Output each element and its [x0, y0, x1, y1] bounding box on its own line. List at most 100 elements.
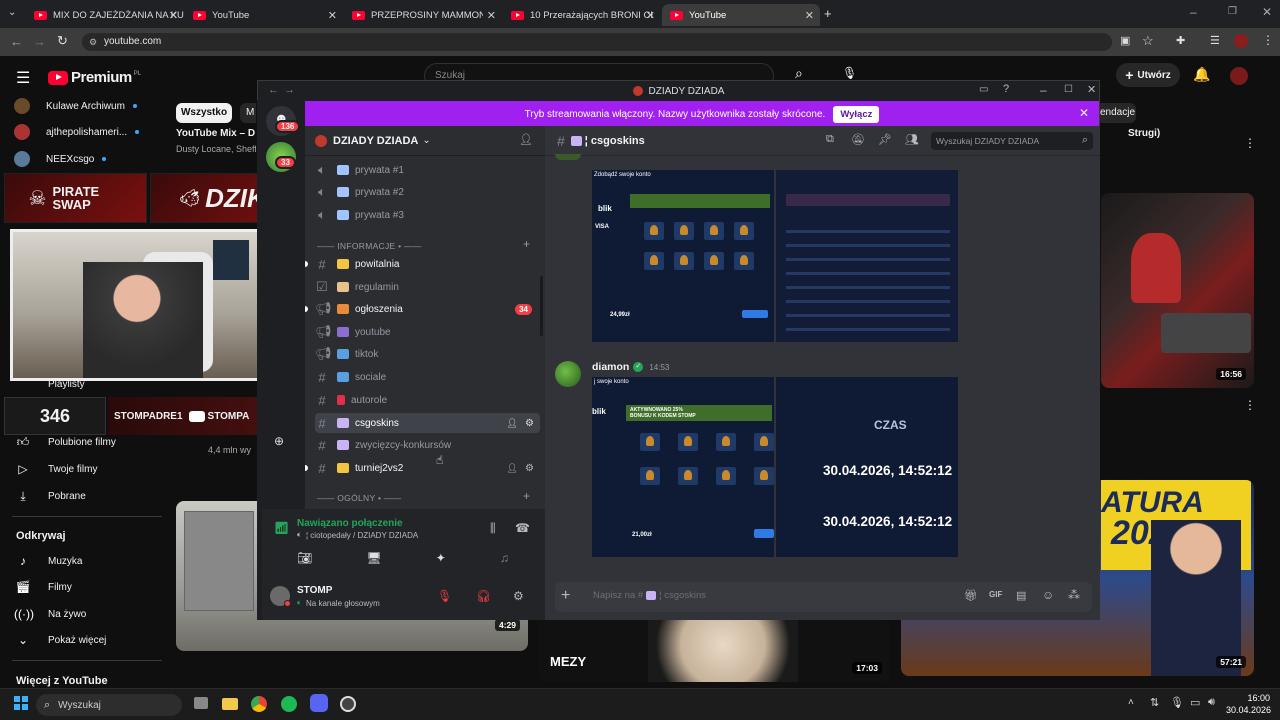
subscription-item[interactable]: Kulawe Archiwum [14, 95, 137, 117]
discord-taskbar-icon[interactable] [310, 694, 328, 712]
create-button[interactable]: + Utwórz [1116, 63, 1180, 87]
channel-ogloszenia[interactable]: 📢︎ ogłoszenia 34 [315, 299, 540, 319]
gif-icon[interactable]: GIF [989, 590, 1002, 599]
browser-tab-4[interactable]: 10 Przerażających BRONI CHIN✕ [503, 4, 661, 26]
volume-icon[interactable]: 🔊︎ [1208, 696, 1215, 709]
user-settings-gear-icon[interactable]: ⚙ [513, 589, 524, 603]
inbox-icon[interactable]: ▭ [979, 84, 988, 95]
channel-turniej2vs2[interactable]: # turniej2vs2 👤︎ ⚙ [315, 458, 540, 478]
account-avatar[interactable] [1230, 67, 1248, 85]
disconnect-icon[interactable]: ☎ [515, 521, 530, 535]
voice-channel[interactable]: 🔈︎ prywata #1 [315, 160, 540, 180]
message-attachment-image[interactable]: CZAS 30.04.2026, 14:52:12 30.04.2026, 14… [776, 377, 958, 557]
sidebar-downloads[interactable]: ⤓ Pobrane [14, 485, 85, 507]
sidebar-show-more[interactable]: ⌄ Pokaż więcej [14, 629, 106, 651]
chrome-icon[interactable] [251, 696, 267, 712]
network-icon[interactable]: ⇅ [1150, 696, 1159, 709]
site-info-icon[interactable]: ⚙ [89, 33, 97, 51]
forward-icon[interactable]: → [284, 84, 295, 96]
back-icon[interactable]: ← [268, 84, 279, 96]
emoji-icon[interactable]: ☺ [1042, 588, 1054, 602]
soundboard-icon[interactable]: ♫ [500, 551, 509, 565]
reload-icon[interactable]: ↻ [57, 33, 68, 49]
browser-tab-3[interactable]: PRZEPROSINY MAMMONA - A✕ [344, 4, 502, 26]
user-name[interactable]: STOMP [297, 585, 332, 596]
video-thumbnail[interactable]: MEZY 17:03 [538, 620, 890, 682]
voice-channel-name[interactable]: ¦ ciotopedały / DZIADY DZIADA [306, 531, 418, 540]
message-author-avatar[interactable] [555, 361, 581, 387]
attach-plus-icon[interactable]: + [561, 587, 570, 605]
notifications-bell-icon[interactable]: 🔔 [1193, 66, 1210, 83]
message-attachment-image[interactable]: Zdobądź swoje konto blik VISA 24,99zł [592, 170, 774, 342]
settings-gear-icon[interactable]: ⚙ [525, 463, 534, 474]
camera-off-icon[interactable]: 📷︎ [297, 551, 312, 565]
chip-recommendations[interactable]: endacje [1100, 103, 1136, 123]
forward-icon[interactable]: → [33, 34, 46, 49]
screen-cast-icon[interactable]: ▣ [1120, 34, 1130, 47]
more-options-icon[interactable]: ⋮ [1244, 136, 1256, 150]
close-tab-icon[interactable]: ✕ [646, 9, 655, 22]
channel-regulamin[interactable]: ☑ regulamin [315, 277, 540, 297]
close-tab-icon[interactable]: ✕ [805, 9, 814, 22]
message-attachment-image[interactable] [776, 170, 958, 342]
deafen-icon[interactable]: 🎧︎ [476, 589, 491, 603]
browser-tab-5[interactable]: YouTube ✕ [662, 4, 820, 26]
channel-youtube[interactable]: 📢︎ youtube [315, 322, 540, 342]
obs-icon[interactable] [340, 696, 356, 712]
minimize-window-icon[interactable]: – [1190, 5, 1197, 19]
video-title-partial[interactable]: Strugi) [1128, 128, 1160, 139]
pin-icon[interactable]: 📌︎ [878, 133, 892, 146]
file-explorer-icon[interactable] [222, 698, 238, 710]
clock[interactable]: 16:00 30.04.2026 [1226, 693, 1271, 715]
voice-status[interactable]: Nawiązano połączenie [297, 518, 403, 529]
taskbar-search[interactable]: ⌕ Wyszukaj [36, 694, 182, 716]
more-options-icon[interactable]: ⋮ [1244, 398, 1256, 412]
member-list-icon[interactable]: 👥︎ [905, 133, 919, 146]
subscription-item[interactable]: ajthepolishameri... [14, 121, 140, 143]
voice-channel[interactable]: 🔈︎ prywata #3 [315, 205, 540, 225]
channel-autorole[interactable]: # autorole [315, 390, 540, 410]
help-icon[interactable]: ? [1003, 83, 1009, 95]
spotify-icon[interactable] [281, 696, 297, 712]
message-author[interactable]: diamon [592, 361, 629, 373]
video-thumbnail[interactable]: 16:56 [1101, 193, 1254, 388]
screen-share-icon[interactable]: 🖥︎ [366, 551, 381, 565]
invite-icon[interactable]: 👤︎ [507, 463, 518, 474]
extensions-icon[interactable]: ✚ [1176, 34, 1185, 47]
sticker-icon[interactable]: ▤ [1016, 589, 1026, 602]
windows-start-icon[interactable] [14, 696, 28, 710]
mute-mic-icon[interactable]: 🎙︎ [437, 589, 452, 603]
add-member-icon[interactable]: 👤︎ [519, 133, 533, 146]
sidebar-your-videos[interactable]: ▷ Twoje filmy [14, 458, 97, 480]
category-ogolny[interactable]: —— OGÓLNY • —— [317, 493, 401, 503]
chip-partial[interactable]: M [240, 103, 256, 123]
channel-csgoskins[interactable]: # csgoskins 👤︎ ⚙ [315, 413, 540, 433]
back-icon[interactable]: ← [10, 34, 23, 49]
channel-zwyciezcy-konkursow[interactable]: # zwycięzcy-konkursów [315, 435, 540, 455]
noise-suppression-icon[interactable]: ⫼ [490, 521, 496, 536]
add-channel-icon[interactable]: + [523, 237, 530, 251]
browser-tab-1[interactable]: MIX DO ZAJEŻDŻANIA NA KUR ✕ [26, 4, 184, 26]
close-window-icon[interactable]: ✕ [1262, 5, 1272, 19]
channel-powitalnia[interactable]: # powitalnia [315, 254, 540, 274]
category-informacje[interactable]: —— INFORMACJE • —— [317, 241, 422, 251]
address-bar[interactable]: ⚙ youtube.com [82, 33, 1112, 51]
voice-channel[interactable]: 🔈︎ prywata #2 [315, 182, 540, 202]
close-tab-icon[interactable]: ✕ [169, 9, 178, 22]
message-attachment-image[interactable]: j swoje konto blik AKTYWNOWANO 25% BONUS… [592, 377, 774, 557]
restore-window-icon[interactable]: ❐ [1228, 6, 1237, 17]
chevron-up-icon[interactable]: ˄ [1128, 697, 1134, 708]
channel-sociale[interactable]: # sociale [315, 367, 540, 387]
sidebar-live[interactable]: ((·)) Na żywo [14, 603, 86, 625]
sidebar-movies[interactable]: 🎬︎ Filmy [14, 576, 72, 598]
profile-avatar[interactable] [1234, 34, 1248, 48]
server-search-input[interactable]: Wyszukaj DZIADY DZIADA ⌕ [931, 132, 1093, 150]
settings-gear-icon[interactable]: ⚙ [525, 418, 534, 429]
threads-icon[interactable]: ⧉ [826, 133, 834, 146]
chip-all[interactable]: Wszystko [176, 103, 232, 123]
notification-bell-icon[interactable]: 🔕︎ [851, 133, 865, 146]
subscription-item[interactable]: NEEXcsgo [14, 148, 107, 170]
close-icon[interactable]: ✕ [1087, 83, 1096, 96]
browser-menu-icon[interactable]: ⋮ [1262, 33, 1274, 47]
microphone-icon[interactable]: 🎙︎ [1170, 696, 1184, 709]
